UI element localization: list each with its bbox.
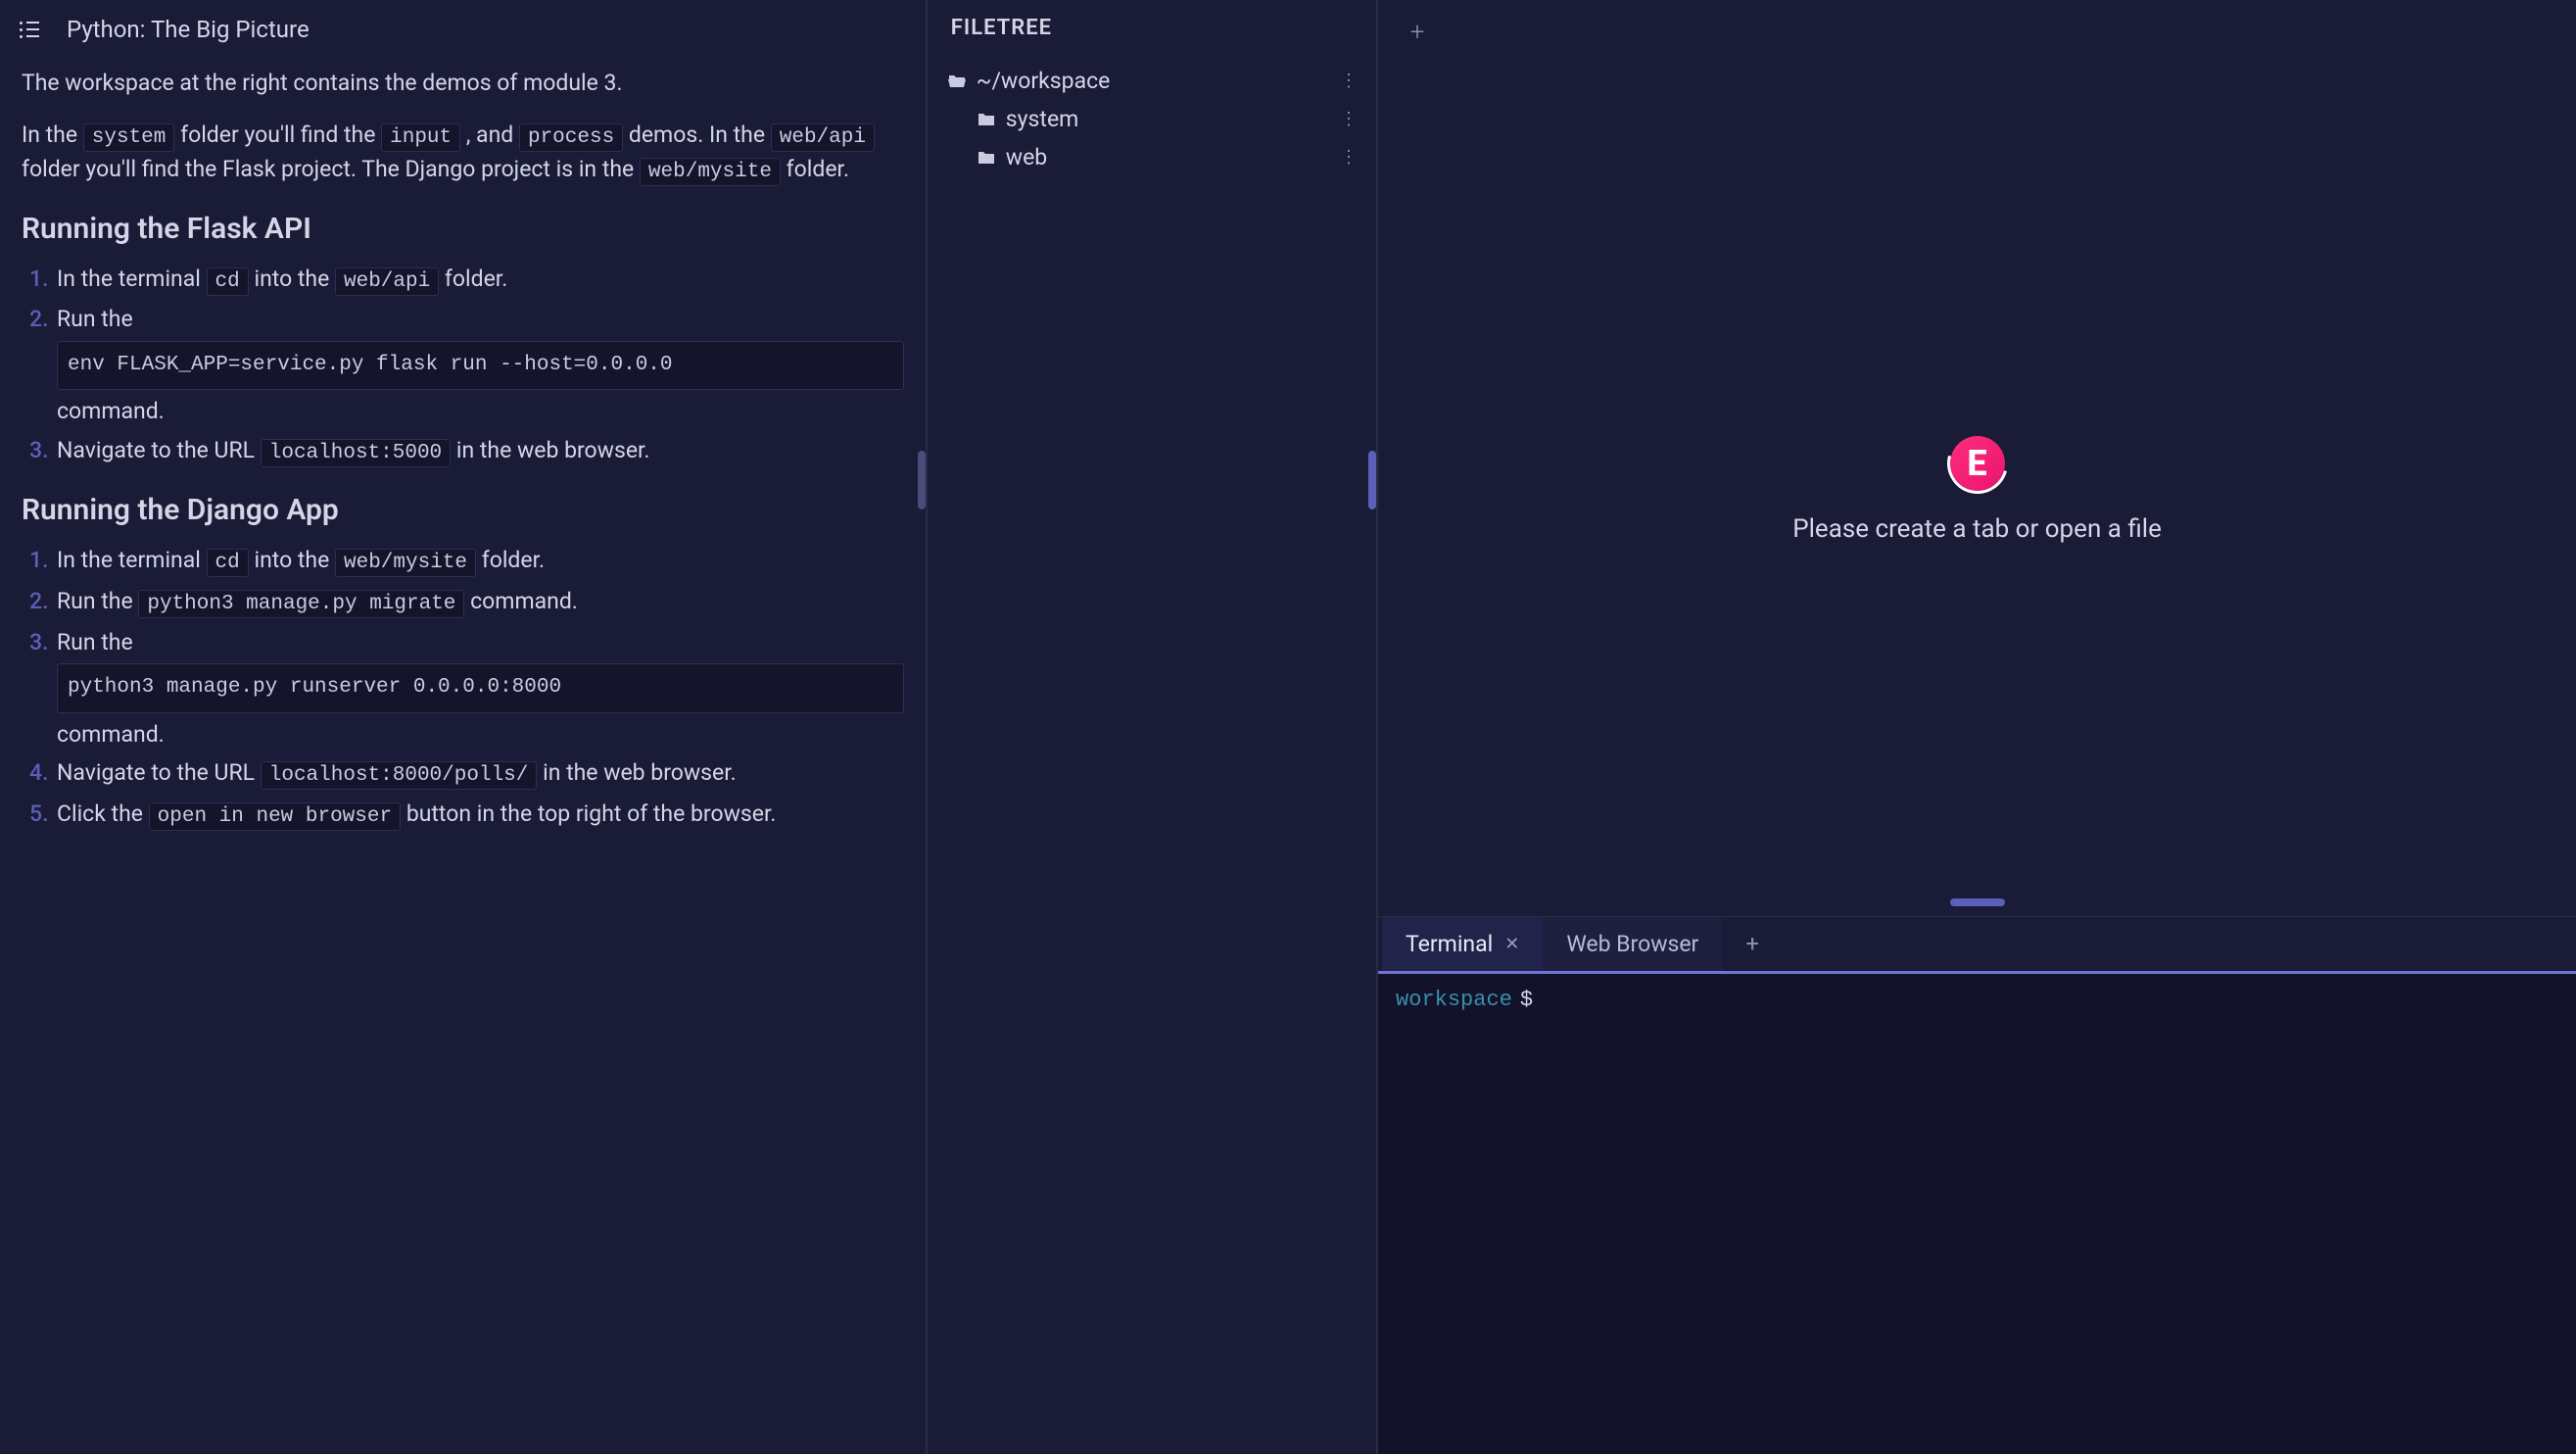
terminal-prompt-symbol: $ (1520, 988, 1533, 1012)
text: button in the top right of the browser. (401, 800, 776, 827)
editor-tabbar: + (1378, 0, 2576, 65)
django-steps: In the terminal cd into the web/mysite f… (22, 543, 904, 833)
terminal[interactable]: workspace $ (1378, 971, 2576, 1454)
text: Navigate to the URL (57, 759, 261, 786)
code-webapi: web/api (771, 123, 875, 152)
tree-label: ~/workspace (977, 68, 1111, 94)
text: command. (57, 721, 165, 748)
tree-label: system (1006, 106, 1079, 132)
text: In the terminal (57, 547, 207, 573)
text: Click the (57, 800, 149, 827)
more-icon[interactable]: ⋮ (1340, 71, 1357, 91)
list-item: Run the env FLASK_APP=service.py flask r… (57, 302, 904, 429)
text: in the web browser. (451, 437, 649, 463)
intro-paragraph: The workspace at the right contains the … (22, 67, 904, 101)
instructions-body: The workspace at the right contains the … (0, 59, 926, 876)
instructions-header: Python: The Big Picture (0, 0, 926, 59)
text: In the (22, 121, 83, 148)
logo-badge: E (1950, 436, 2005, 491)
new-tab-button[interactable]: + (1406, 18, 1429, 47)
filetree-panel: FILETREE ~/workspace ⋮ system ⋮ web ⋮ (928, 0, 1378, 1454)
scrollbar-thumb[interactable] (918, 451, 926, 509)
list-item: Run the python3 manage.py runserver 0.0.… (57, 625, 904, 752)
code-process: process (519, 123, 623, 152)
tab-label: Terminal (1406, 931, 1493, 957)
instructions-panel: Python: The Big Picture The workspace at… (0, 0, 928, 1454)
text: folder. (439, 266, 507, 292)
text: , and (460, 121, 519, 148)
text: Run the (57, 629, 133, 655)
code-path: web/api (335, 267, 439, 296)
code-webmysite: web/mysite (640, 158, 781, 186)
bottom-tabs: Terminal ✕ Web Browser + (1378, 917, 2576, 971)
code-input: input (381, 123, 460, 152)
text: command. (57, 398, 165, 424)
text: Navigate to the URL (57, 437, 261, 463)
text: folder. (476, 547, 545, 573)
folder-icon (977, 150, 996, 166)
editor-panel: + E Please create a tab or open a file T… (1378, 0, 2576, 1454)
text: into the (249, 266, 335, 292)
text: folder you'll find the (174, 121, 381, 148)
tab-terminal[interactable]: Terminal ✕ (1382, 917, 1543, 971)
new-bottom-tab-button[interactable]: + (1722, 930, 1783, 957)
tree-root[interactable]: ~/workspace ⋮ (937, 62, 1366, 100)
list-item: In the terminal cd into the web/mysite f… (57, 543, 904, 580)
page-title: Python: The Big Picture (67, 16, 310, 43)
more-icon[interactable]: ⋮ (1340, 147, 1357, 168)
filetree-title: FILETREE (937, 16, 1366, 40)
code-migrate: python3 manage.py migrate (138, 590, 464, 618)
code-system: system (83, 123, 175, 152)
scrollbar-thumb[interactable] (1950, 898, 2005, 906)
list-item: Click the open in new browser button in … (57, 797, 904, 834)
list-item: Run the python3 manage.py migrate comman… (57, 584, 904, 621)
text: Run the (57, 588, 138, 614)
code-cd: cd (207, 267, 249, 296)
text: demos. In the (623, 121, 771, 148)
folder-open-icon (947, 73, 967, 89)
code-open-browser: open in new browser (149, 802, 401, 831)
list-item: Navigate to the URL localhost:8000/polls… (57, 755, 904, 793)
logo-letter: E (1967, 443, 1986, 484)
more-icon[interactable]: ⋮ (1340, 109, 1357, 129)
code-localhost: localhost:5000 (261, 439, 451, 467)
editor-empty-state: E Please create a tab or open a file (1378, 65, 2576, 916)
text: folder you'll find the Flask project. Th… (22, 156, 640, 182)
text: Run the (57, 306, 133, 332)
bottom-pane: Terminal ✕ Web Browser + workspace $ (1378, 916, 2576, 1454)
folders-paragraph: In the system folder you'll find the inp… (22, 119, 904, 188)
flask-steps: In the terminal cd into the web/api fold… (22, 262, 904, 470)
text: into the (249, 547, 335, 573)
tree-label: web (1006, 144, 1047, 170)
list-item: In the terminal cd into the web/api fold… (57, 262, 904, 299)
empty-message: Please create a tab or open a file (1792, 514, 2162, 544)
code-cd: cd (207, 549, 249, 577)
tab-web-browser[interactable]: Web Browser (1543, 917, 1722, 971)
django-heading: Running the Django App (22, 493, 904, 527)
scrollbar-thumb[interactable] (1368, 451, 1376, 509)
folder-icon (977, 112, 996, 127)
code-flask-run: env FLASK_APP=service.py flask run --hos… (57, 341, 904, 391)
tree-item-web[interactable]: web ⋮ (937, 138, 1366, 176)
toc-icon[interactable] (20, 22, 39, 38)
code-path: web/mysite (335, 549, 476, 577)
code-localhost-polls: localhost:8000/polls/ (261, 761, 538, 790)
text: folder. (781, 156, 849, 182)
text: command. (464, 588, 577, 614)
terminal-prompt-dir: workspace (1396, 988, 1512, 1012)
close-icon[interactable]: ✕ (1504, 934, 1519, 954)
tab-label: Web Browser (1566, 931, 1698, 957)
code-runserver: python3 manage.py runserver 0.0.0.0:8000 (57, 663, 904, 713)
tree-item-system[interactable]: system ⋮ (937, 100, 1366, 138)
text: in the web browser. (537, 759, 736, 786)
list-item: Navigate to the URL localhost:5000 in th… (57, 433, 904, 470)
flask-heading: Running the Flask API (22, 212, 904, 246)
text: In the terminal (57, 266, 207, 292)
